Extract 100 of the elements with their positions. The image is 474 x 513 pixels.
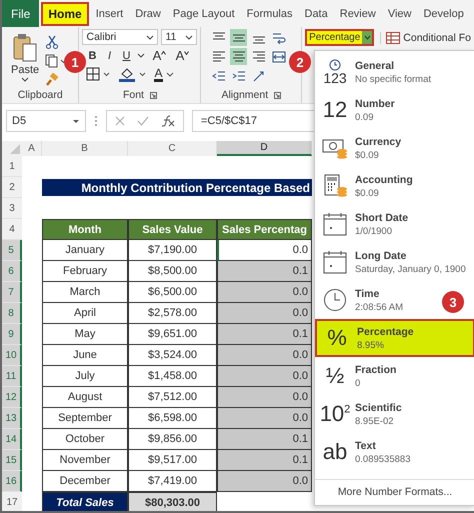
brush-icon[interactable]	[45, 73, 60, 87]
launcher-icon[interactable]	[150, 92, 157, 98]
more-formats-link[interactable]: More Number Formats...	[315, 486, 474, 498]
row-header[interactable]: 9	[2, 324, 22, 345]
fill-color-icon[interactable]	[118, 66, 148, 82]
format-option[interactable]: Long Date Saturday, January 0, 1900	[315, 243, 470, 281]
format-name: Fraction	[355, 364, 396, 376]
format-name: General	[355, 60, 396, 72]
row-header[interactable]: 16	[2, 471, 22, 492]
format-name: Long Date	[355, 250, 408, 262]
format-option[interactable]: ½ Fraction 0	[315, 357, 400, 395]
align-button[interactable]	[230, 29, 248, 46]
table-cell: 0.1	[217, 324, 312, 345]
name-box[interactable]: D5	[6, 110, 86, 132]
format-name: Currency	[355, 136, 402, 148]
ribbon-tab[interactable]: Draw	[130, 4, 166, 22]
alignment-icon	[232, 50, 246, 62]
font-color-button[interactable]: A	[154, 66, 174, 82]
ribbon-tab[interactable]: Develop	[418, 4, 469, 22]
row-header[interactable]: 5	[2, 240, 22, 261]
caret-icon	[146, 34, 154, 40]
format-name: Short Date	[355, 212, 408, 224]
ribbon-tab[interactable]: Insert	[90, 4, 128, 22]
align-button[interactable]	[230, 48, 248, 65]
row-header[interactable]: 17	[2, 492, 22, 511]
format-name: Scientific	[355, 402, 402, 414]
row-header[interactable]: 14	[2, 429, 22, 450]
alignment-icon	[252, 70, 266, 82]
table-cell: 0.1	[217, 429, 312, 450]
table-cell: October	[42, 429, 128, 450]
ribbon-tab[interactable]: Page Layout	[168, 4, 240, 22]
column-heading: Month	[42, 219, 128, 240]
column-header[interactable]: D	[217, 141, 312, 156]
font-size-field[interactable]: 11	[161, 29, 198, 45]
row-header[interactable]: 6	[2, 261, 22, 282]
row-header[interactable]: 3	[2, 198, 22, 219]
row-header[interactable]: 11	[2, 366, 22, 387]
table-cell: June	[42, 345, 128, 366]
ribbon-tab[interactable]: Data	[300, 4, 333, 22]
column-header[interactable]: C	[128, 141, 217, 156]
ribbon-tab[interactable]: Review	[334, 4, 381, 22]
alignment-icon	[232, 70, 246, 82]
grip-icon	[94, 115, 98, 127]
format-example: 8.95%	[357, 340, 385, 350]
row-header[interactable]: 15	[2, 450, 22, 471]
format-example: 0.09	[355, 112, 374, 122]
paste-button[interactable]: Paste	[11, 29, 40, 87]
ribbon-tab[interactable]: View	[382, 4, 416, 22]
underline-button[interactable]: U	[120, 50, 132, 62]
row-header[interactable]: 10	[2, 345, 22, 366]
format-option[interactable]: Time 2:08:56 AM	[315, 281, 408, 319]
table-cell: 0.0	[217, 303, 312, 324]
caret-icon	[166, 72, 174, 76]
check-icon[interactable]	[137, 116, 149, 126]
table-cell: May	[42, 324, 128, 345]
alignment-icon	[252, 50, 266, 62]
format-option[interactable]: 123 General No specific format	[315, 53, 436, 91]
row-header[interactable]: 7	[2, 282, 22, 303]
format-option[interactable]: Currency $0.09	[315, 129, 406, 167]
group-label: Clipboard	[18, 89, 63, 101]
clipboard-icon	[12, 33, 38, 63]
caret-icon[interactable]	[137, 53, 146, 58]
format-name: Accounting	[355, 174, 413, 186]
caret-icon	[185, 34, 194, 40]
ribbon-tab[interactable]: Formulas	[242, 4, 298, 22]
row-header[interactable]: 13	[2, 408, 22, 429]
format-option[interactable]: Accounting $0.09	[315, 167, 417, 205]
column-header[interactable]: A	[22, 141, 42, 156]
row-header[interactable]: 8	[2, 303, 22, 324]
row-header[interactable]: 4	[2, 219, 22, 240]
borders-icon[interactable]	[86, 67, 112, 81]
table-cell: January	[42, 240, 128, 261]
format-example: 8.95E-02	[355, 416, 395, 426]
table-cell: September	[42, 408, 128, 429]
scissors-icon[interactable]	[45, 35, 60, 49]
sheet-title: Monthly Contribution Percentage Based	[42, 179, 312, 196]
format-name: Percentage	[357, 326, 414, 338]
italic-button[interactable]: I	[103, 50, 116, 62]
bold-button[interactable]: B	[86, 50, 98, 62]
total-label: Total Sales	[42, 492, 128, 511]
launcher-icon[interactable]	[274, 92, 282, 98]
format-glyph: ab	[322, 441, 348, 463]
function-icon[interactable]	[161, 115, 175, 127]
file-tab[interactable]: File	[2, 0, 40, 27]
row-header[interactable]: 2	[2, 177, 22, 198]
format-option[interactable]: 10$^{2}$ Scientific 8.95E-02	[315, 395, 406, 433]
grow-font-button[interactable]: A	[150, 48, 168, 63]
format-glyph: 123	[323, 71, 347, 85]
conditional-formatting-button[interactable]: Conditional Fo	[380, 32, 471, 44]
format-option[interactable]: Short Date 1/0/1900	[315, 205, 412, 243]
row-header[interactable]: 12	[2, 387, 22, 408]
table-cell: 0.0	[217, 408, 312, 429]
row-header[interactable]: 1	[2, 156, 22, 177]
number-format-field[interactable]: Percentage	[305, 29, 374, 46]
ribbon-tab[interactable]: Home	[41, 2, 89, 26]
shrink-font-button[interactable]: A	[173, 48, 192, 63]
group-label: Alignment	[221, 89, 268, 101]
font-name-field[interactable]: Calibri	[82, 29, 158, 45]
format-glyph: 12	[322, 99, 348, 121]
column-header[interactable]: B	[42, 141, 128, 156]
